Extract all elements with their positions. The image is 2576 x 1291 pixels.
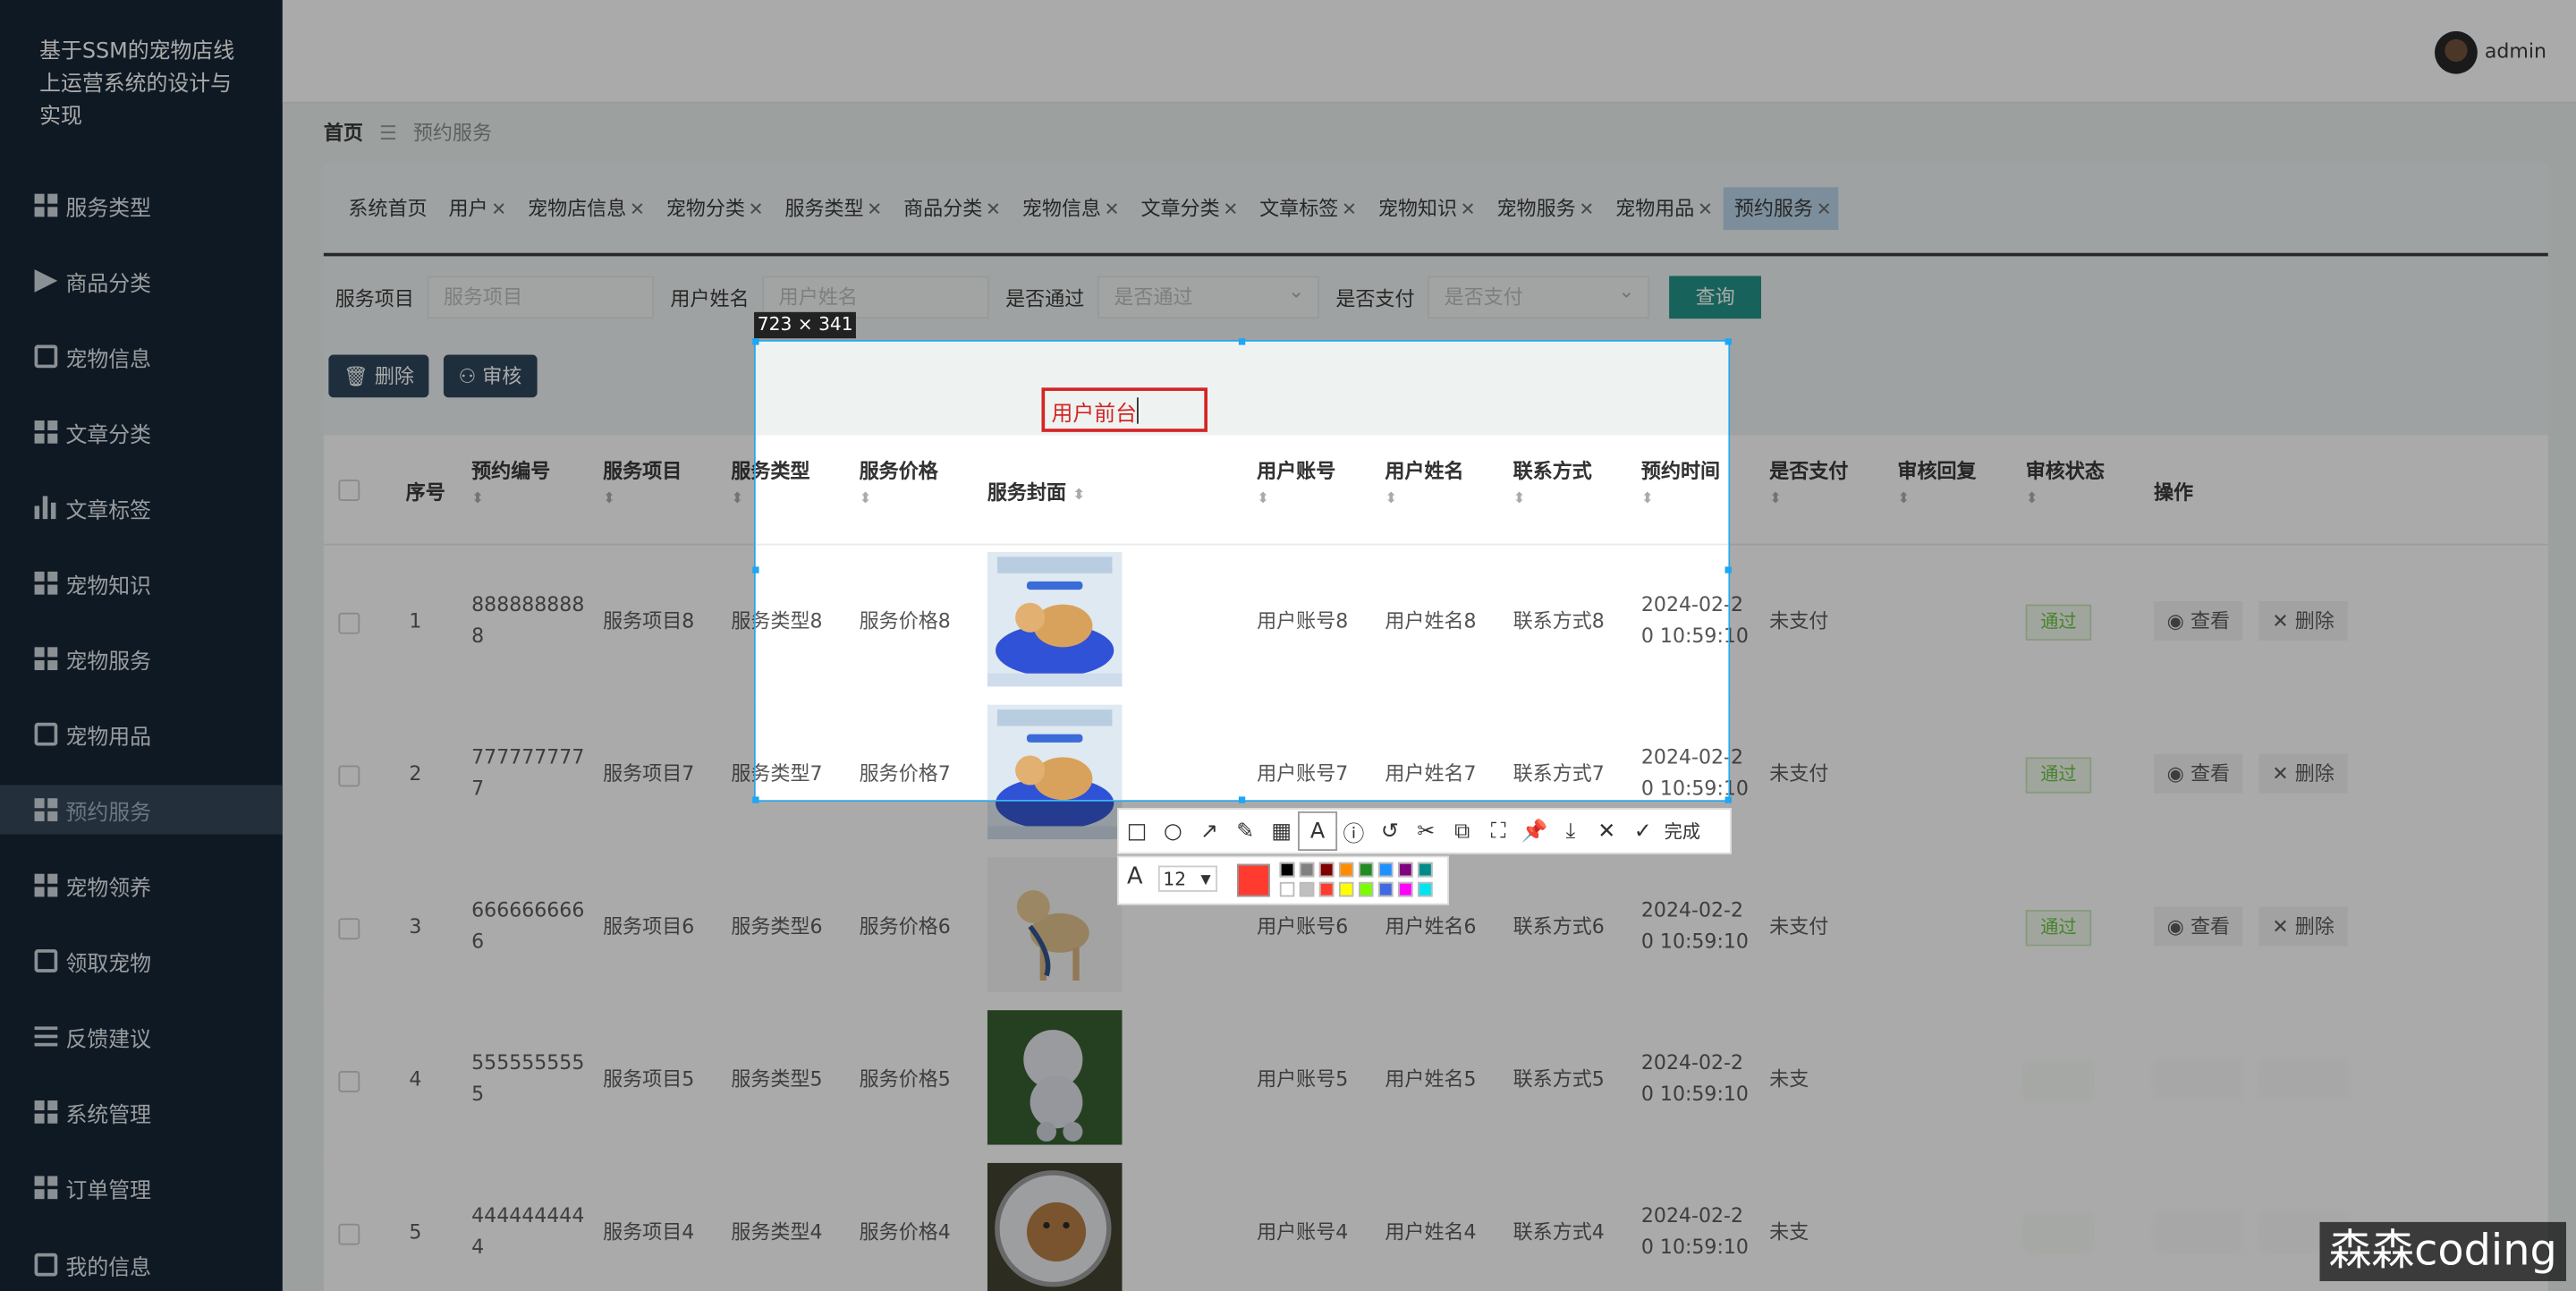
table-row[interactable]: 1 8888888888 服务项目8 服务类型8 服务价格8 用户账号8 用户姓…	[755, 545, 1729, 701]
resize-handle-br[interactable]	[1724, 796, 1732, 803]
color-swatch[interactable]	[1338, 862, 1354, 878]
sort-icon[interactable]: ⬍	[1513, 491, 1592, 507]
sort-icon[interactable]: ⬍	[1072, 488, 1085, 504]
column-header[interactable]: 用户姓名 ⬍	[1385, 456, 1463, 507]
appointment-time: 2024-02-2 0 10:59:10	[1641, 743, 1728, 800]
column-header-label: 用户姓名	[1385, 460, 1464, 483]
arrow-icon[interactable]: ↗	[1191, 813, 1227, 849]
appointment-time: 2024-02-2 0 10:59:10	[1641, 590, 1728, 652]
color-swatch[interactable]	[1358, 881, 1374, 897]
download-icon[interactable]: ⤓	[1553, 813, 1589, 849]
column-header[interactable]: 服务封面 ⬍	[987, 478, 1085, 505]
resize-handle-bl[interactable]	[752, 796, 759, 803]
capture-toolbar: □ ○ ↗ ✎ ▦ A ⓘ ↺ ✂ ⧉ ⛶ 📌 ⤓ ✕ ✓ 完成	[1116, 808, 1732, 854]
undo-icon[interactable]: ↺	[1372, 813, 1408, 849]
color-swatch[interactable]	[1378, 862, 1394, 878]
long-capture-icon[interactable]: ⛶	[1480, 813, 1516, 849]
user-name: 用户姓名8	[1385, 609, 1477, 633]
table-header: 序号预约编号⬍服务项目⬍服务类型⬍服务价格⬍服务封面⬍用户账号⬍用户姓名⬍联系方…	[755, 435, 1729, 546]
appointment-time-line1: 2024-02-2	[1640, 745, 1728, 769]
text-cursor	[1137, 397, 1139, 424]
font-size-value: 12	[1163, 869, 1187, 891]
table-row[interactable]: 2 7777777777 服务项目7 服务类型7 服务价格7 用户账号7 用户姓…	[755, 698, 1729, 801]
resize-handle-tr[interactable]	[1724, 338, 1732, 345]
column-header-label: 服务封面	[987, 480, 1067, 505]
close-icon[interactable]: ✕	[1589, 813, 1624, 849]
color-swatch[interactable]	[1318, 862, 1335, 878]
check-icon[interactable]: ✓	[1625, 813, 1661, 849]
user-account: 用户账号8	[1257, 609, 1349, 633]
cut-icon[interactable]: ✂	[1408, 813, 1444, 849]
color-swatch[interactable]	[1418, 881, 1433, 897]
color-swatch[interactable]	[1279, 862, 1295, 878]
column-header[interactable]: 服务价格 ⬍	[860, 456, 938, 507]
selection-main-copy: admin 首页 ☰ 预约服务 系统首页用户✕宠物店信息✕宠物分类✕服务类型✕商…	[755, 341, 1729, 801]
column-header-label: 服务价格	[859, 460, 938, 483]
content-panel: 系统首页用户✕宠物店信息✕宠物分类✕服务类型✕商品分类✕宠物信息✕文章分类✕文章…	[755, 341, 1729, 801]
color-swatch[interactable]	[1378, 881, 1394, 897]
color-swatch[interactable]	[1358, 862, 1374, 878]
color-swatch[interactable]	[1318, 881, 1335, 897]
color-swatch[interactable]	[1299, 862, 1315, 878]
column-header-label: 预约时间	[1640, 460, 1721, 483]
watermark: 森森coding	[2319, 1221, 2566, 1281]
appointment-time-line1: 2024-02-2	[1640, 592, 1728, 616]
service-type: 服务类型8	[756, 609, 823, 633]
service-price: 服务价格7	[859, 761, 951, 786]
column-header[interactable]: 用户账号 ⬍	[1257, 456, 1335, 507]
font-icon: A	[1127, 863, 1143, 891]
appointment-time-line2: 0 10:59:10	[1640, 777, 1728, 801]
text-annotation[interactable]: 用户前台	[1052, 395, 1138, 428]
resize-handle-b[interactable]	[1238, 796, 1246, 803]
ocr-icon[interactable]: ⧉	[1444, 813, 1479, 849]
dropdown-arrow-icon: ▼	[1200, 871, 1211, 888]
sort-icon[interactable]: ⬍	[1257, 491, 1335, 507]
sort-icon[interactable]: ⬍	[1641, 491, 1720, 507]
pen-icon[interactable]: ✎	[1227, 813, 1263, 849]
service-cover-image[interactable]	[987, 551, 1123, 687]
color-swatch[interactable]	[1398, 862, 1413, 878]
font-size-select[interactable]: 12 ▼	[1157, 865, 1218, 892]
column-header-label: 服务类型	[756, 460, 810, 483]
user-name: 用户姓名7	[1385, 761, 1477, 786]
column-header[interactable]: 联系方式 ⬍	[1513, 456, 1592, 507]
color-swatch[interactable]	[1279, 881, 1295, 897]
resize-handle-l[interactable]	[752, 566, 759, 573]
resize-handle-r[interactable]	[1724, 566, 1732, 573]
column-header-label: 用户账号	[1257, 460, 1336, 483]
appointment-time-line2: 0 10:59:10	[1640, 624, 1728, 648]
selection-content: admin 首页 ☰ 预约服务 系统首页用户✕宠物店信息✕宠物分类✕服务类型✕商…	[755, 341, 1729, 801]
column-header[interactable]: 预约时间 ⬍	[1641, 456, 1720, 507]
column-header-label: 联系方式	[1513, 460, 1592, 483]
service-cover-image[interactable]	[987, 704, 1123, 801]
text-options-bar: A 12 ▼	[1116, 855, 1449, 905]
service-price: 服务价格8	[859, 609, 951, 633]
resize-handle-t[interactable]	[1238, 338, 1246, 345]
resize-handle-tl[interactable]	[752, 338, 759, 345]
sort-icon[interactable]: ⬍	[860, 491, 938, 507]
done-button[interactable]: 完成	[1665, 818, 1700, 844]
user-account: 用户账号7	[1257, 761, 1349, 786]
contact: 联系方式8	[1513, 609, 1605, 633]
current-color-swatch[interactable]	[1237, 863, 1270, 897]
number-marker-icon[interactable]: ⓘ	[1335, 813, 1371, 849]
mosaic-icon[interactable]: ▦	[1263, 813, 1299, 849]
color-swatch[interactable]	[1418, 862, 1433, 878]
text-tool-icon[interactable]: A	[1298, 811, 1338, 851]
pin-icon[interactable]: 📌	[1516, 813, 1552, 849]
app-window: 基于SSM的宠物店线上运营系统的设计与实现 服务类型 商品分类 宠物信息 文章分类 文章…	[0, 0, 2576, 1291]
color-swatch[interactable]	[1299, 881, 1315, 897]
color-swatch[interactable]	[1398, 881, 1413, 897]
column-header[interactable]: 服务类型 ⬍	[756, 456, 810, 507]
capture-selection[interactable]: admin 首页 ☰ 预约服务 系统首页用户✕宠物店信息✕宠物分类✕服务类型✕商…	[754, 340, 1731, 802]
color-swatch[interactable]	[1338, 881, 1354, 897]
service-type: 服务类型7	[756, 761, 823, 786]
selection-size-label: 723 × 341	[754, 311, 857, 339]
contact: 联系方式7	[1513, 761, 1605, 786]
sort-icon[interactable]: ⬍	[1385, 491, 1463, 507]
sort-icon[interactable]: ⬍	[756, 491, 810, 507]
ellipse-icon[interactable]: ○	[1155, 813, 1191, 849]
rectangle-icon[interactable]: □	[1119, 813, 1155, 849]
